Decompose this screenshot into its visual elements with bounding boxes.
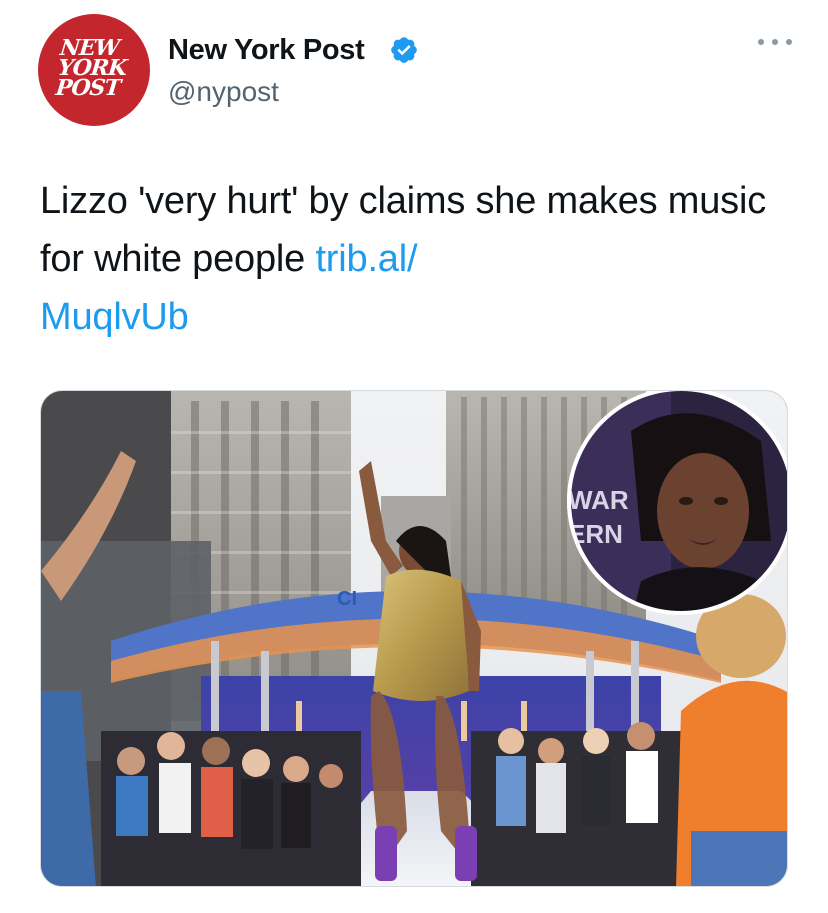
- more-dot: [786, 39, 792, 45]
- avatar[interactable]: NEW YORK POST: [38, 14, 150, 126]
- display-name[interactable]: New York Post: [168, 34, 365, 67]
- tweet-photo[interactable]: CI WAR ERN: [40, 390, 788, 887]
- more-dot: [758, 39, 764, 45]
- verified-badge-icon: [391, 37, 417, 63]
- stage-sign-text: CI: [337, 588, 357, 610]
- tweet-link-part-1: trib.al/: [315, 238, 418, 280]
- handle[interactable]: @nypost: [168, 76, 279, 108]
- inset-sign-line-1: WAR: [568, 485, 629, 515]
- tweet-header: NEW YORK POST New York Post @nypost: [38, 14, 798, 126]
- crowd-left: [101, 731, 361, 886]
- nypost-logo: NEW YORK POST: [54, 35, 137, 101]
- tweet-link-part-2: MuqlvUb: [40, 296, 189, 338]
- photo-illustration: CI WAR ERN: [41, 391, 787, 886]
- logo-line-3: POST: [54, 75, 122, 101]
- more-options-icon[interactable]: [758, 34, 792, 50]
- tweet-text: Lizzo 'very hurt' by claims she makes mu…: [40, 172, 790, 346]
- more-dot: [772, 39, 778, 45]
